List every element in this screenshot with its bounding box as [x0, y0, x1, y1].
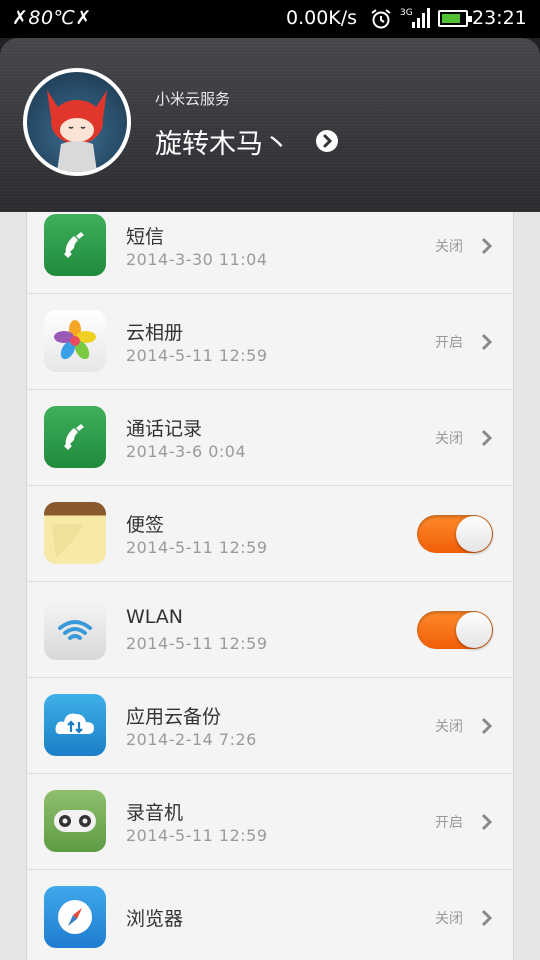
svg-text:3G: 3G: [400, 8, 413, 18]
service-label: 小米云服务: [155, 90, 231, 108]
phone-icon: [44, 406, 106, 468]
phone-icon: [44, 214, 106, 276]
recorder-icon: [44, 790, 106, 852]
item-title: 短信: [126, 226, 165, 248]
item-date: 2014-3-6 0:04: [126, 442, 247, 461]
alarm-icon: [371, 9, 391, 29]
chevron-right-icon: [481, 333, 493, 351]
photos-flower-icon: [44, 310, 106, 372]
account-arrow-icon[interactable]: [316, 130, 338, 152]
account-header: 小米云服务 旋转木马丶: [0, 38, 540, 212]
status-bar: ✗80℃✗ 0.00K/s 3G 23:21: [0, 0, 540, 38]
notes-icon: [44, 502, 106, 564]
fox-avatar-icon: [47, 90, 107, 172]
item-date: 2014-5-11 12:59: [126, 346, 268, 365]
sync-list: 短信 2014-3-30 11:04 关闭 云相册 2014-5-11 12:5…: [26, 212, 514, 960]
item-status: 关闭: [435, 911, 463, 927]
item-date: 2014-5-11 12:59: [126, 538, 268, 557]
item-status: 关闭: [435, 239, 463, 255]
signal-3g-icon: 3G: [400, 8, 430, 28]
item-date: 2014-2-14 7:26: [126, 730, 257, 749]
item-date: 2014-3-30 11:04: [126, 250, 268, 269]
chevron-right-icon: [481, 813, 493, 831]
sync-item-wlan: WLAN 2014-5-11 12:59: [27, 582, 513, 678]
item-status: 开启: [435, 815, 463, 831]
sync-item-recorder[interactable]: 录音机 2014-5-11 12:59 开启: [27, 774, 513, 870]
network-speed: 0.00K/s: [286, 7, 358, 29]
item-title: 便签: [126, 514, 165, 536]
item-date: 2014-5-11 12:59: [126, 634, 268, 653]
item-status: 关闭: [435, 719, 463, 735]
chevron-right-icon: [481, 429, 493, 447]
item-title: 云相册: [126, 322, 184, 344]
sync-item-gallery[interactable]: 云相册 2014-5-11 12:59 开启: [27, 294, 513, 390]
item-status: 关闭: [435, 431, 463, 447]
sync-item-browser[interactable]: 浏览器 关闭: [27, 870, 513, 960]
wlan-sync-toggle[interactable]: [417, 611, 493, 649]
cloud-backup-icon: [44, 694, 106, 756]
sync-item-app-backup[interactable]: 应用云备份 2014-2-14 7:26 关闭: [27, 678, 513, 774]
item-title: 应用云备份: [126, 706, 222, 728]
item-title: 录音机: [126, 802, 184, 824]
chevron-right-icon: [481, 717, 493, 735]
notes-sync-toggle[interactable]: [417, 515, 493, 553]
avatar[interactable]: [23, 68, 131, 176]
battery-icon: [438, 10, 472, 27]
temperature-indicator: ✗80℃✗: [12, 7, 92, 29]
compass-browser-icon: [44, 886, 106, 948]
clock: 23:21: [472, 7, 527, 29]
item-date: 2014-5-11 12:59: [126, 826, 268, 845]
sync-item-sms[interactable]: 短信 2014-3-30 11:04 关闭: [27, 212, 513, 294]
item-status: 开启: [435, 335, 463, 351]
chevron-right-icon: [481, 237, 493, 255]
chevron-right-icon: [481, 909, 493, 927]
sync-item-notes: 便签 2014-5-11 12:59: [27, 486, 513, 582]
sync-item-call-log[interactable]: 通话记录 2014-3-6 0:04 关闭: [27, 390, 513, 486]
item-title: WLAN: [126, 606, 184, 628]
user-name[interactable]: 旋转木马丶: [155, 122, 290, 161]
item-title: 浏览器: [126, 908, 184, 930]
wifi-icon: [44, 598, 106, 660]
item-title: 通话记录: [126, 418, 203, 440]
